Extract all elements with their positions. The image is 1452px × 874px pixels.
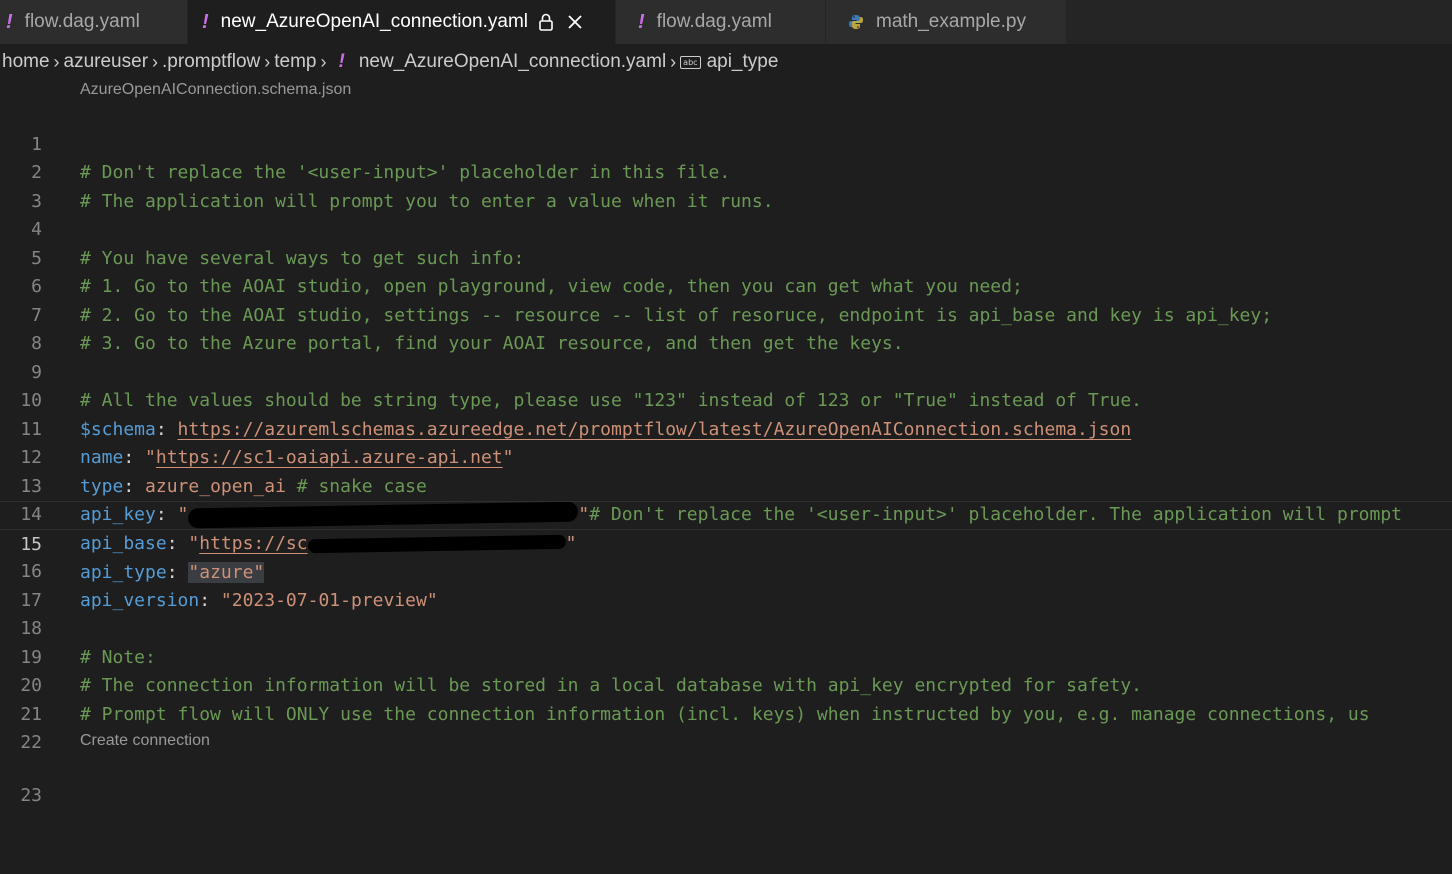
code-line[interactable]: 23 — [0, 753, 1452, 806]
codelens-schema[interactable]: AzureOpenAIConnection.schema.json — [80, 81, 351, 99]
breadcrumb-label: .promptflow — [162, 51, 261, 72]
breadcrumb-item-symbol[interactable]: abc api_type — [680, 51, 778, 73]
tab-label: new_AzureOpenAI_connection.yaml — [220, 11, 529, 32]
code-line[interactable]: 10 $schema: https://azuremlschemas.azure… — [0, 359, 1452, 440]
breadcrumb-label: temp — [274, 51, 317, 72]
yaml-exclamation-icon: ! — [6, 10, 13, 33]
code-line[interactable]: 13 api_key: " "# Don't replace the '<user… — [0, 444, 1452, 529]
code-line[interactable]: 6 # 2. Go to the AOAI studio, settings -… — [0, 245, 1452, 326]
breadcrumb-label: azureuser — [63, 51, 149, 72]
python-icon — [848, 14, 864, 30]
code-line[interactable]: 16 api_version: "2023-07-01-preview" — [0, 530, 1452, 611]
editor-tab-bar: ! flow.dag.yaml ! new_AzureOpenAI_connec… — [0, 0, 1452, 44]
tab-flow-dag-yaml-2[interactable]: ! flow.dag.yaml — [616, 0, 826, 44]
code-line[interactable]: 18 # Note: — [0, 587, 1452, 668]
breadcrumb-label: home — [2, 51, 50, 72]
code-line[interactable]: 19 # The connection information will be … — [0, 615, 1452, 697]
breadcrumb-label: new_AzureOpenAI_connection.yaml — [358, 51, 667, 72]
code-line[interactable]: 8 — [0, 302, 1452, 354]
code-editor[interactable]: AzureOpenAIConnection.schema.json 1 # Do… — [0, 80, 1452, 874]
breadcrumb-item-file[interactable]: ! new_AzureOpenAI_connection.yaml — [330, 51, 666, 73]
tab-label: flow.dag.yaml — [24, 11, 140, 32]
lock-icon[interactable] — [538, 13, 554, 31]
code-line[interactable]: 14 api_base: "https://sc " — [0, 473, 1452, 554]
breadcrumb-item-promptflow[interactable]: .promptflow — [162, 51, 260, 73]
code-line[interactable]: 20 # Prompt flow will ONLY use the conne… — [0, 644, 1452, 725]
breadcrumb-label: api_type — [706, 51, 779, 72]
code-line[interactable]: 9 # All the values should be string type… — [0, 330, 1452, 412]
code-line[interactable]: 7 # 3. Go to the Azure portal, find your… — [0, 273, 1452, 355]
chevron-right-icon: › — [320, 51, 327, 72]
chevron-right-icon: › — [53, 51, 60, 72]
yaml-exclamation-icon: ! — [638, 10, 645, 33]
tab-new-azureopenai-connection[interactable]: ! new_AzureOpenAI_connection.yaml — [188, 0, 616, 44]
close-icon[interactable] — [568, 15, 582, 29]
tab-label: flow.dag.yaml — [656, 11, 772, 32]
codelens-create-connection[interactable]: Create connection — [80, 732, 210, 750]
yaml-exclamation-icon: ! — [338, 51, 345, 72]
breadcrumb-item-azureuser[interactable]: azureuser — [64, 51, 149, 73]
code-line[interactable]: 2 # The application will prompt you to e… — [0, 131, 1452, 212]
tab-flow-dag-yaml-1[interactable]: ! flow.dag.yaml — [0, 0, 188, 44]
code-line[interactable]: 21 — [0, 672, 1452, 725]
string-symbol-icon: abc — [680, 55, 701, 69]
code-line[interactable]: 3 — [0, 159, 1452, 212]
chevron-right-icon: › — [264, 51, 271, 72]
yaml-exclamation-icon: ! — [202, 10, 209, 33]
breadcrumb: home › azureuser › .promptflow › temp › … — [0, 44, 1452, 80]
chevron-right-icon: › — [670, 51, 677, 72]
tab-label: math_example.py — [876, 11, 1026, 32]
code-line[interactable]: 1 # Don't replace the '<user-input>' pla… — [0, 102, 1452, 184]
code-line[interactable]: 22 — [0, 701, 1452, 753]
code-line[interactable]: 17 — [0, 558, 1452, 611]
tab-math-example-py[interactable]: math_example.py — [826, 0, 1067, 44]
code-line[interactable]: 11 name: "https://sc1-oaiapi.azure-api.n… — [0, 387, 1452, 469]
chevron-right-icon: › — [152, 51, 159, 72]
breadcrumb-item-temp[interactable]: temp — [274, 51, 316, 73]
line-number: 23 — [20, 784, 42, 806]
breadcrumb-item-home[interactable]: home — [2, 51, 50, 73]
code-line-current[interactable]: 15 api_type: "azure" — [0, 501, 1452, 583]
code-line[interactable]: 5 # 1. Go to the AOAI studio, open playg… — [0, 216, 1452, 298]
code-line[interactable]: 4 # You have several ways to get such in… — [0, 188, 1452, 269]
code-line[interactable]: 12 type: azure_open_ai # snake case — [0, 416, 1452, 497]
